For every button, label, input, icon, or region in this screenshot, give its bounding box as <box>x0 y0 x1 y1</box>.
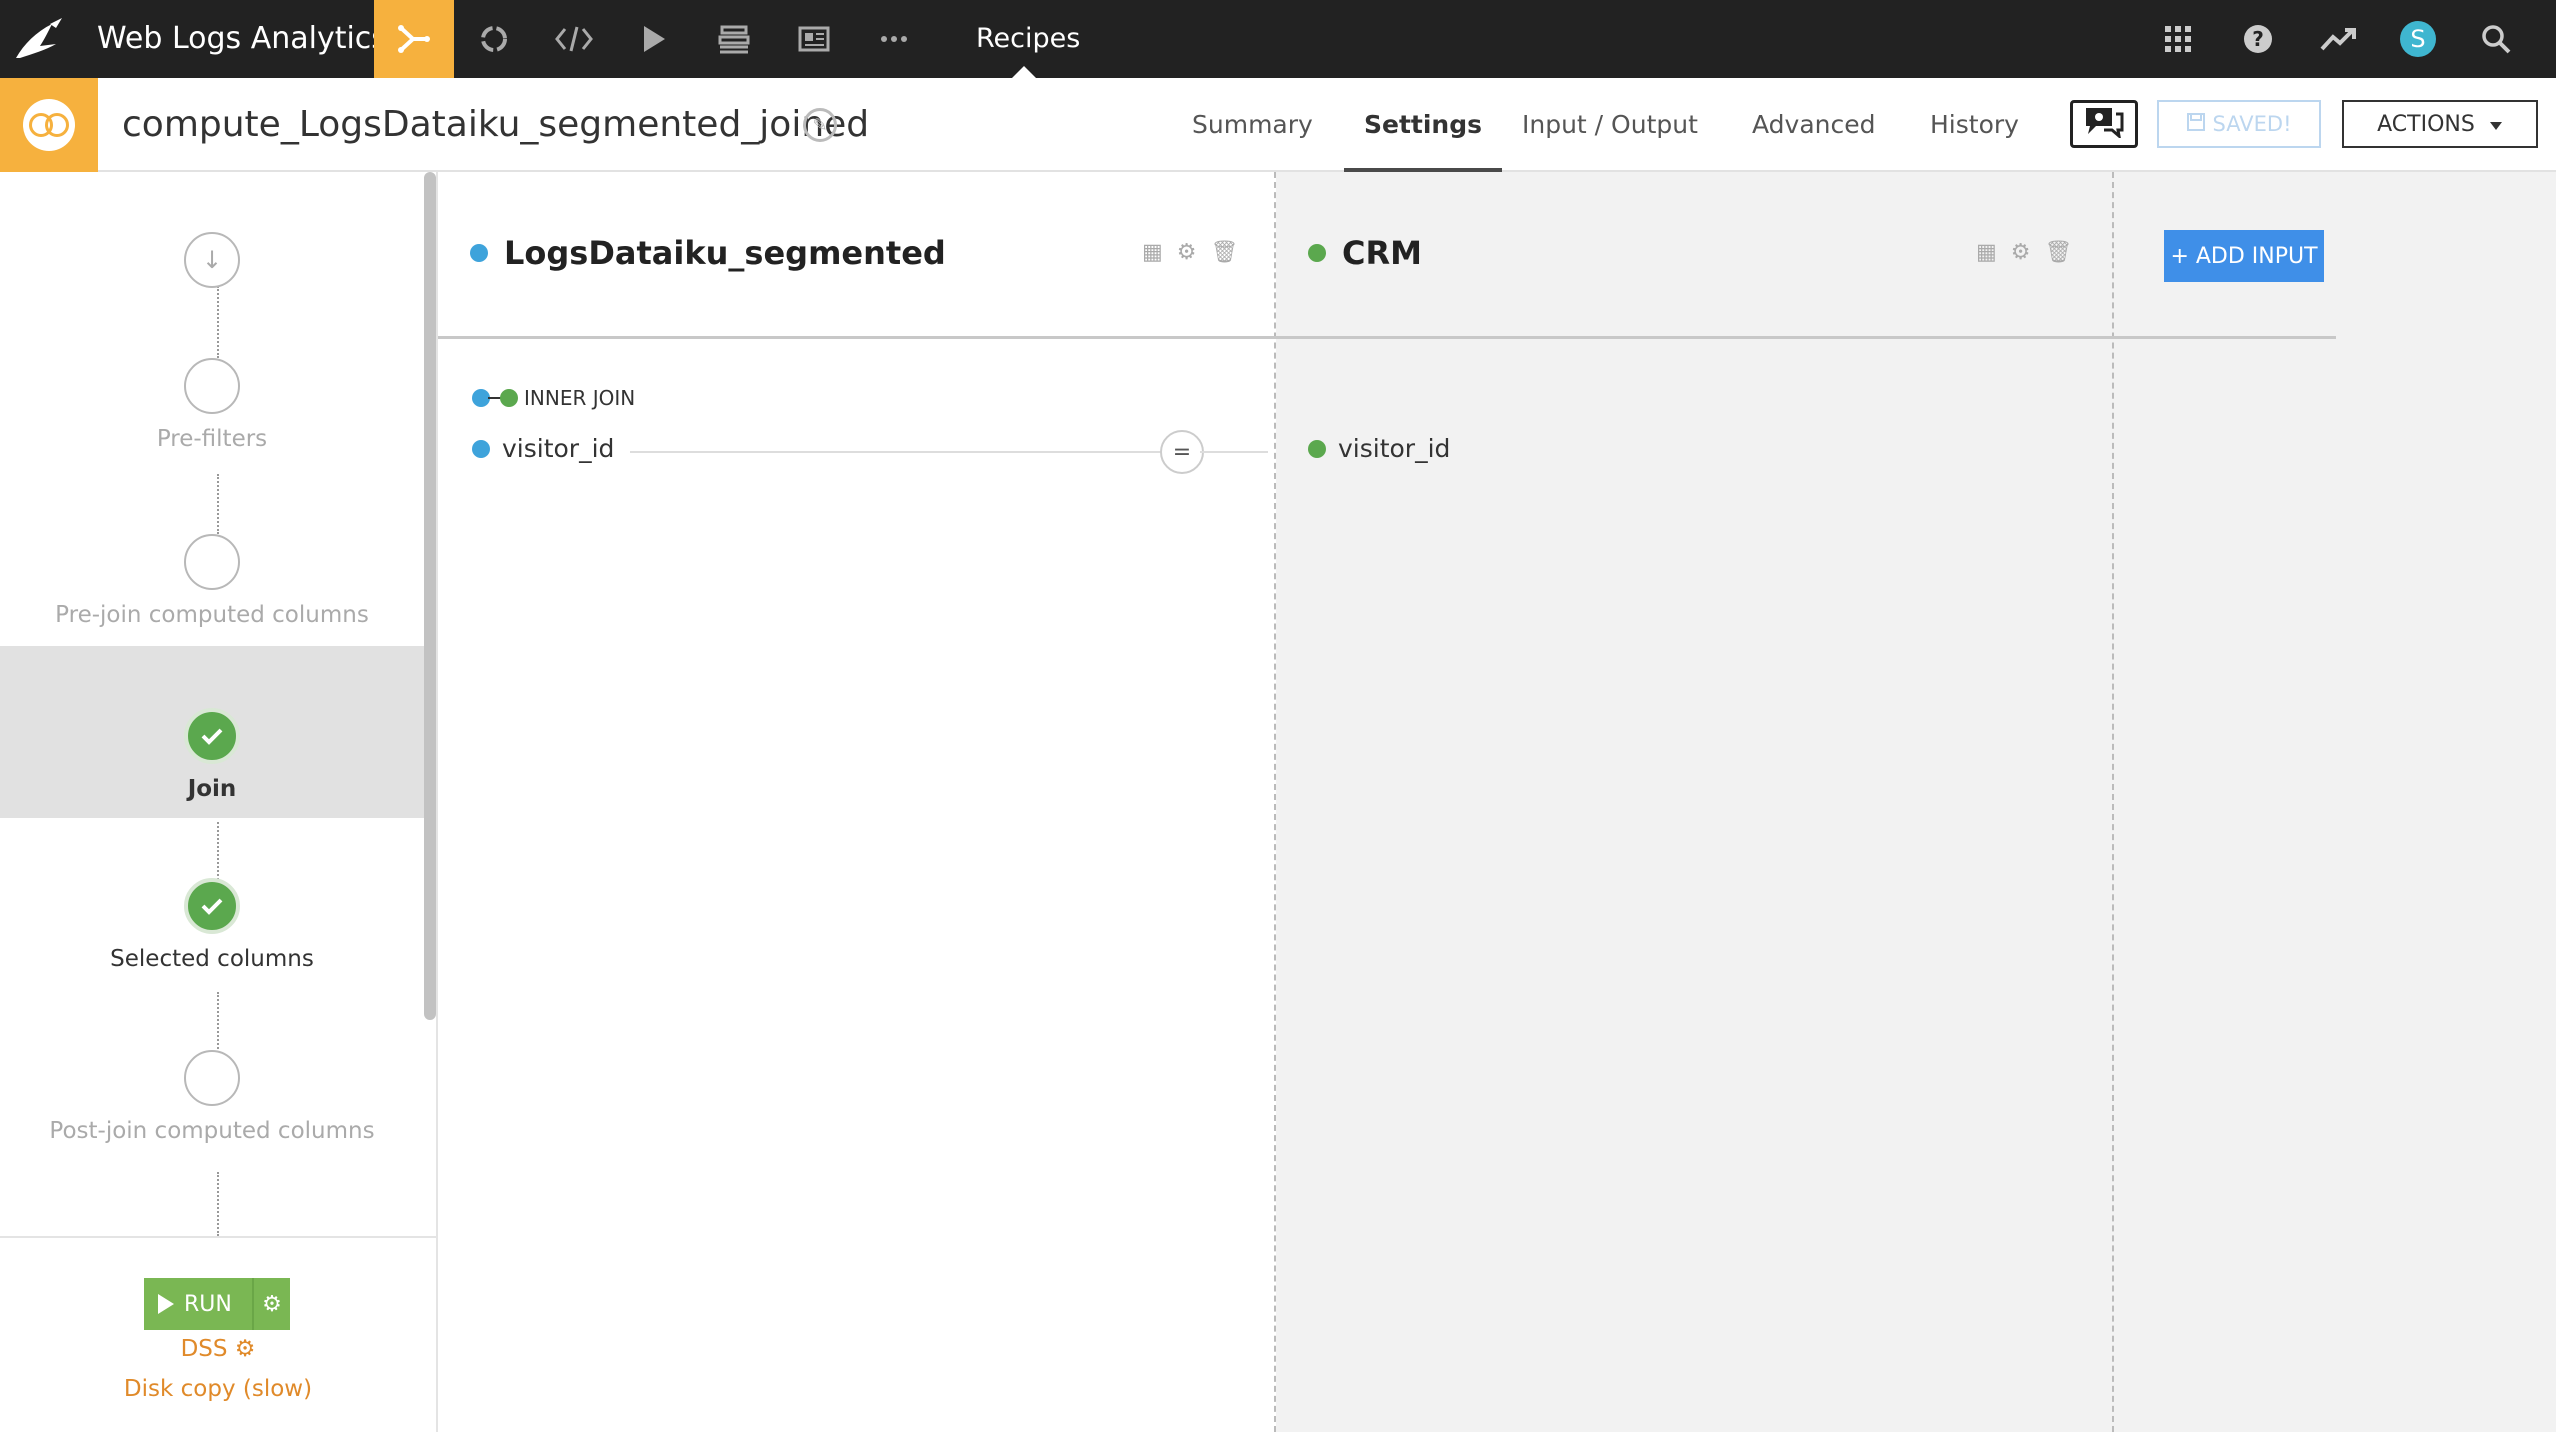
sidebar-scrollbar[interactable] <box>424 172 436 1020</box>
step-pre-join-computed[interactable]: Pre-join computed columns <box>0 534 424 628</box>
tab-input-output[interactable]: Input / Output <box>1522 78 1698 172</box>
steps-sidebar: ↓ Pre-filters Pre-join computed columns … <box>0 172 438 1432</box>
gear-icon[interactable]: ⚙ <box>2011 240 2031 265</box>
step-connector <box>217 822 219 884</box>
tab-settings[interactable]: Settings <box>1344 78 1503 172</box>
table-icon[interactable]: ▦ <box>1976 240 1997 265</box>
recipe-title[interactable]: compute_LogsDataiku_segmented_joined <box>122 78 869 172</box>
right-column-name: visitor_id <box>1338 434 1451 463</box>
right-dataset-title[interactable]: CRM <box>1308 234 1422 272</box>
step-pre-filters[interactable]: Pre-filters <box>0 358 424 452</box>
run-label: RUN <box>184 1291 232 1317</box>
tab-summary[interactable]: Summary <box>1192 78 1313 172</box>
play-icon <box>158 1294 174 1314</box>
right-join-column[interactable]: visitor_id <box>1308 434 1450 463</box>
discussions-button[interactable] <box>2070 100 2138 148</box>
engine-selector[interactable]: DSS ⚙ <box>0 1336 436 1362</box>
step-join[interactable]: Join <box>0 646 424 818</box>
actions-button[interactable]: ACTIONS <box>2342 100 2538 148</box>
step-circle <box>184 1050 240 1106</box>
tab-history[interactable]: History <box>1930 78 2019 172</box>
step-label: Pre-filters <box>156 426 268 452</box>
engine-label: DSS <box>180 1336 228 1362</box>
step-connector <box>217 286 219 358</box>
join-recipe-icon <box>0 78 98 172</box>
trash-icon[interactable]: 🗑 <box>2045 240 2073 265</box>
left-dataset-name: LogsDataiku_segmented <box>504 234 946 272</box>
right-dataset-tools: ▦ ⚙ 🗑 <box>1976 240 2072 265</box>
table-icon[interactable]: ▦ <box>1142 240 1163 265</box>
engine-detail[interactable]: Disk copy (slow) <box>0 1376 436 1402</box>
recipe-header: compute_LogsDataiku_segmented_joined ✎ S… <box>0 78 2556 172</box>
nav-caret <box>1012 66 1036 78</box>
step-connector <box>217 1172 219 1236</box>
run-footer: RUN ⚙ DSS ⚙ Disk copy (slow) <box>0 1236 436 1432</box>
column-divider <box>1274 172 1276 1432</box>
join-editor: LogsDataiku_segmented ▦ ⚙ 🗑 CRM ▦ ⚙ 🗑 + … <box>438 172 2556 1432</box>
trash-icon[interactable]: 🗑 <box>1211 240 1239 265</box>
saved-label: SAVED! <box>2212 112 2292 136</box>
column-divider <box>2112 172 2114 1432</box>
right-panel-bg <box>1276 172 2556 1432</box>
left-dataset-tools: ▦ ⚙ 🗑 <box>1142 240 1238 265</box>
avatar[interactable]: S <box>2388 0 2448 78</box>
more-icon[interactable] <box>854 0 934 78</box>
dataset-dot <box>1308 439 1326 458</box>
add-input-button[interactable]: + ADD INPUT <box>2164 230 2324 282</box>
discussion-icon <box>2082 104 2126 145</box>
step-inputs[interactable]: ↓ <box>0 232 424 288</box>
dashboard-icon[interactable] <box>774 0 854 78</box>
header-divider <box>438 336 2336 339</box>
tab-advanced[interactable]: Advanced <box>1752 78 1876 172</box>
step-label: Selected columns <box>110 946 314 972</box>
flow-icon[interactable] <box>374 0 454 78</box>
apps-grid-icon[interactable] <box>2148 0 2208 78</box>
run-button[interactable]: RUN ⚙ <box>144 1278 290 1330</box>
step-label: Pre-join computed columns <box>55 602 369 628</box>
top-navbar: Web Logs Analytics Recipes ? S <box>0 0 2556 78</box>
left-column-name: visitor_id <box>502 434 615 463</box>
condition-operator[interactable]: = <box>1160 430 1204 474</box>
svg-text:?: ? <box>2252 27 2264 51</box>
recycle-icon[interactable] <box>454 0 534 78</box>
condition-line <box>1200 451 1268 453</box>
caret-down-icon <box>2489 112 2503 137</box>
dataiku-bird-logo[interactable] <box>10 14 70 64</box>
save-icon <box>2186 112 2205 136</box>
step-label: Post-join computed columns <box>49 1118 375 1144</box>
left-dataset-title[interactable]: LogsDataiku_segmented <box>470 234 946 272</box>
join-type-label: INNER JOIN <box>524 386 636 410</box>
help-icon[interactable]: ? <box>2228 0 2288 78</box>
saved-button[interactable]: SAVED! <box>2157 100 2321 148</box>
gear-icon[interactable]: ⚙ <box>252 1278 290 1330</box>
step-circle <box>184 358 240 414</box>
left-join-column[interactable]: visitor_id <box>472 434 614 463</box>
dataset-dot <box>470 244 488 262</box>
trend-icon[interactable] <box>2308 0 2368 78</box>
check-icon <box>184 708 240 764</box>
dataset-dot <box>1308 244 1326 262</box>
step-selected-columns[interactable]: Selected columns <box>0 878 424 972</box>
gear-icon[interactable]: ⚙ <box>1177 240 1197 265</box>
step-circle <box>184 534 240 590</box>
condition-line <box>630 451 1162 453</box>
edit-title-icon[interactable]: ✎ <box>803 108 837 142</box>
code-icon[interactable] <box>534 0 614 78</box>
arrow-down-icon: ↓ <box>184 232 240 288</box>
check-icon <box>184 878 240 934</box>
dataset-dot <box>472 439 490 458</box>
join-type-selector[interactable]: INNER JOIN <box>472 386 635 410</box>
right-dataset-name: CRM <box>1342 234 1422 272</box>
search-icon[interactable] <box>2466 0 2526 78</box>
join-type-icon <box>472 388 520 408</box>
play-icon[interactable] <box>614 0 694 78</box>
step-connector <box>217 474 219 534</box>
actions-label: ACTIONS <box>2377 111 2475 137</box>
avatar-letter: S <box>2400 21 2436 57</box>
step-post-join-computed[interactable]: Post-join computed columns <box>0 1050 424 1144</box>
project-name[interactable]: Web Logs Analytics <box>97 0 387 78</box>
step-label: Join <box>187 776 237 802</box>
gears-icon: ⚙ <box>234 1336 256 1362</box>
stack-icon[interactable] <box>694 0 774 78</box>
